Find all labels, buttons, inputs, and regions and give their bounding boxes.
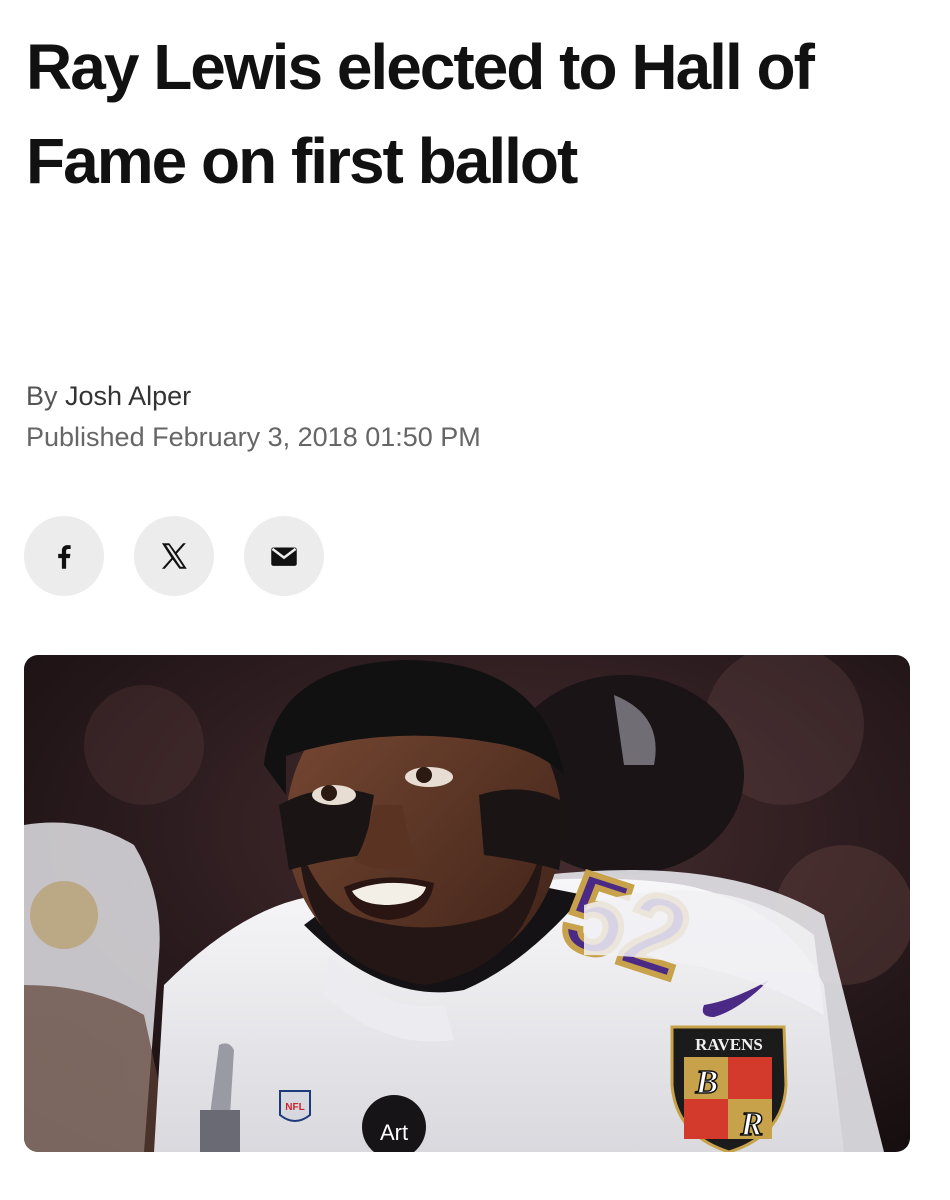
article-photo: 52 RAVENS B R NFL — [24, 655, 910, 1152]
ravens-patch: RAVENS B R — [670, 1025, 788, 1152]
svg-text:Art: Art — [380, 1120, 408, 1145]
share-x-button[interactable] — [134, 516, 214, 596]
share-facebook-button[interactable] — [24, 516, 104, 596]
svg-text:R: R — [740, 1106, 764, 1143]
article-page: Ray Lewis elected to Hall of Fame on fir… — [0, 0, 950, 1200]
svg-text:NFL: NFL — [285, 1102, 304, 1113]
author-link[interactable]: Josh Alper — [65, 381, 191, 411]
x-icon — [161, 543, 187, 569]
nfl-shield: NFL — [279, 1090, 311, 1122]
ray-lewis-photo: 52 RAVENS B R NFL — [24, 655, 910, 1152]
share-email-button[interactable] — [244, 516, 324, 596]
article-headline: Ray Lewis elected to Hall of Fame on fir… — [26, 31, 815, 197]
facebook-icon — [58, 545, 71, 569]
byline-prefix: By — [26, 381, 58, 411]
byline: By Josh Alper — [26, 378, 191, 414]
mail-icon — [271, 547, 297, 566]
published-date: Published February 3, 2018 01:50 PM — [26, 422, 481, 452]
share-buttons — [24, 516, 324, 596]
svg-text:B: B — [695, 1064, 719, 1101]
svg-text:RAVENS: RAVENS — [695, 1035, 763, 1054]
